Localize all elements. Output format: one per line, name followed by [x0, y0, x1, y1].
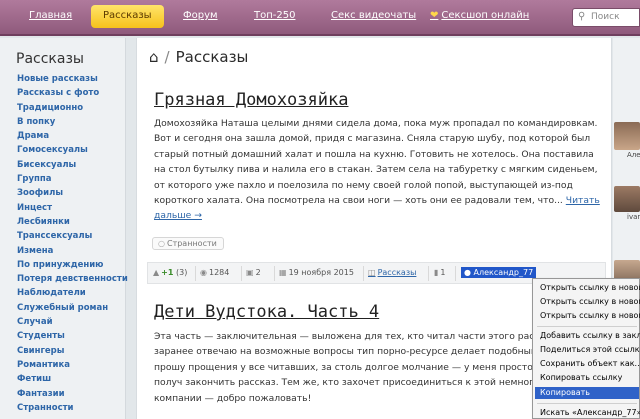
thumbs-up-icon: ▲	[153, 268, 160, 277]
search-icon: ⚲	[578, 11, 586, 22]
rating[interactable]: ▲ +1 (3)	[153, 268, 187, 277]
divider	[363, 266, 364, 281]
sidebar-item[interactable]: Традиционно	[17, 101, 128, 115]
sidebar-item[interactable]: Измена	[17, 244, 128, 258]
menu-search-selection[interactable]: Искать «Александр_77»	[540, 408, 640, 417]
sidebar-item[interactable]: Фантазии	[17, 387, 128, 401]
story-excerpt-text: Домохозяйка Наташа целыми днями сидела д…	[154, 118, 598, 207]
divider	[428, 266, 429, 281]
date-value: 19 ноября 2015	[288, 268, 354, 277]
home-icon[interactable]: ⌂	[149, 48, 159, 66]
views: ◉ 1284	[200, 268, 229, 277]
menu-save-as[interactable]: Сохранить объект как...	[540, 359, 640, 368]
story-tag[interactable]: ○ Странности	[152, 237, 224, 250]
views-count: 1284	[208, 268, 230, 277]
sidebar-item[interactable]: Бисексуалы	[17, 158, 128, 172]
story-title[interactable]: Дети Вудстока. Часть 4	[154, 302, 379, 322]
avatar[interactable]	[614, 122, 640, 150]
nav-top250[interactable]: Топ-250	[254, 10, 295, 21]
search-input[interactable]: ⚲ Поиск	[572, 8, 640, 27]
divider	[455, 266, 456, 281]
sidebar-item[interactable]: Случай	[17, 315, 128, 329]
author-name: Александр_77	[473, 268, 534, 277]
story-excerpt: Домохозяйка Наташа целыми днями сидела д…	[154, 116, 606, 224]
parts-count: 1	[440, 268, 446, 277]
page-title: Рассказы	[175, 48, 249, 66]
date: ▦ 19 ноября 2015	[279, 268, 354, 277]
nav-home[interactable]: Главная	[29, 10, 72, 21]
sidebar-item[interactable]: Потеря девственности	[17, 272, 128, 286]
sidebar-item[interactable]: Зоофилы	[17, 186, 128, 200]
menu-separator	[537, 403, 637, 404]
comments-count: 2	[255, 268, 261, 277]
category-value: Рассказы	[377, 268, 417, 277]
calendar-icon: ▦	[279, 268, 287, 277]
comments[interactable]: ▣ 2	[246, 268, 261, 277]
sidebar-item[interactable]: Студенты	[17, 329, 128, 343]
sidebar-item[interactable]: Романтика	[17, 358, 128, 372]
breadcrumb: ⌂ / Рассказы	[149, 48, 248, 66]
sidebar-item[interactable]: Гомосексуалы	[17, 143, 128, 157]
rating-value: +1	[161, 268, 174, 277]
avatar[interactable]	[614, 186, 640, 212]
sidebar-title: Рассказы	[16, 51, 84, 67]
divider	[274, 266, 275, 281]
user-label[interactable]: ivan_77	[627, 213, 640, 221]
context-menu: Открыть ссылку в новой Открыть ссылку в …	[532, 278, 640, 419]
categories-sidebar: Рассказы Новые рассказы Рассказы с фото …	[0, 38, 128, 419]
category-link[interactable]: ◫ Рассказы	[368, 268, 416, 277]
comment-icon: ▣	[246, 268, 254, 277]
sidebar-item[interactable]: Фетиш	[17, 372, 128, 386]
sidebar-item[interactable]: Новые рассказы	[17, 72, 128, 86]
tag-icon: ○	[158, 239, 165, 248]
menu-open-private-window[interactable]: Открыть ссылку в новом	[540, 311, 640, 320]
category-list: Новые рассказы Рассказы с фото Традицион…	[17, 72, 128, 415]
divider	[241, 266, 242, 281]
story-tag-label: Странности	[166, 239, 217, 248]
menu-bookmark-link[interactable]: Добавить ссылку в закл	[540, 331, 640, 340]
breadcrumb-separator: /	[164, 48, 170, 66]
top-navigation: Главная Рассказы Форум Топ-250 Секс виде…	[0, 0, 640, 36]
menu-copy[interactable]: Копировать	[535, 387, 639, 399]
divider	[195, 266, 196, 281]
sidebar-item[interactable]: По принуждению	[17, 258, 128, 272]
sidebar-item[interactable]: В попку	[17, 115, 128, 129]
folder-icon: ◫	[368, 268, 376, 277]
rating-count: (3)	[175, 268, 188, 277]
eye-icon: ◉	[200, 268, 207, 277]
menu-separator	[537, 326, 637, 327]
nav-shop-label: Сексшоп онлайн	[441, 10, 530, 21]
nav-video-chats[interactable]: Секс видеочаты	[331, 10, 416, 21]
sidebar-item[interactable]: Драма	[17, 129, 128, 143]
nav-shop[interactable]: ❤ Сексшоп онлайн	[430, 10, 529, 21]
heart-icon: ❤	[430, 10, 439, 21]
user-icon: ●	[464, 268, 471, 277]
nav-stories[interactable]: Рассказы	[91, 5, 164, 28]
story-title[interactable]: Грязная Домохозяйка	[154, 90, 348, 110]
book-icon: ▮	[434, 268, 439, 277]
sidebar-item[interactable]: Инцест	[17, 201, 128, 215]
sidebar-item[interactable]: Свингеры	[17, 344, 128, 358]
sidebar-item[interactable]: Лесбиянки	[17, 215, 128, 229]
sidebar-item[interactable]: Наблюдатели	[17, 286, 128, 300]
sidebar-item[interactable]: Транссексуалы	[17, 229, 128, 243]
search-placeholder: Поиск	[591, 12, 620, 22]
sidebar-item[interactable]: Служебный роман	[17, 301, 128, 315]
sidebar-item[interactable]: Странности	[17, 401, 128, 415]
author-link[interactable]: ● Александр_77	[461, 267, 537, 278]
sidebar-item[interactable]: Рассказы с фото	[17, 86, 128, 100]
user-label[interactable]: Але	[627, 151, 640, 159]
parts: ▮ 1	[434, 268, 446, 277]
menu-open-new-window[interactable]: Открыть ссылку в новом	[540, 297, 640, 306]
nav-forum[interactable]: Форум	[183, 10, 218, 21]
menu-share-link[interactable]: Поделиться этой ссылко	[540, 345, 640, 354]
sidebar-item[interactable]: Группа	[17, 172, 128, 186]
menu-open-new-tab[interactable]: Открыть ссылку в новой	[540, 283, 640, 292]
menu-copy-link[interactable]: Копировать ссылку	[540, 373, 622, 382]
